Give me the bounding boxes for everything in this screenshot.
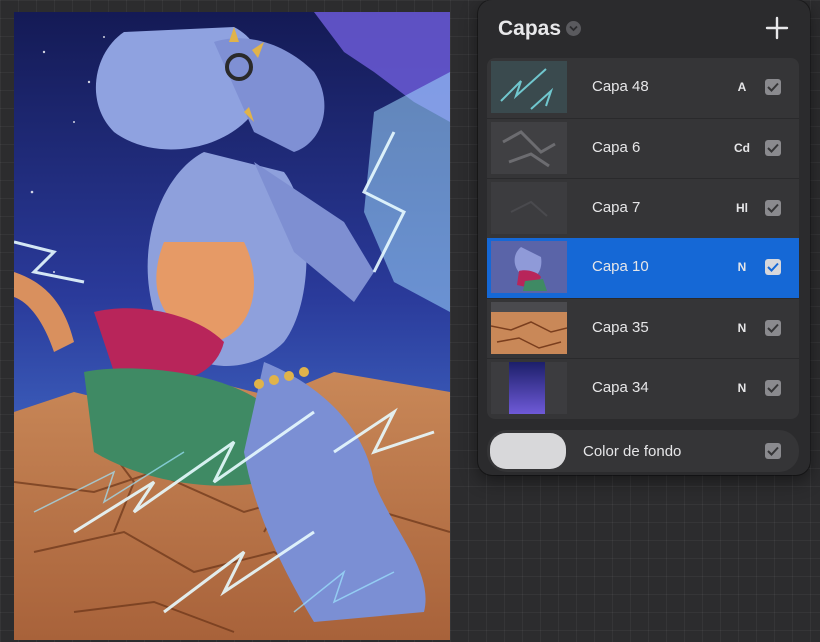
background-color-swatch[interactable] [490,433,566,469]
layer-name: Capa 48 [592,78,649,95]
layers-panel: Capas Capa 48 A Capa 6 Cd Capa 7 Hl Capa… [478,0,810,475]
layer-thumbnail [491,122,567,174]
panel-title: Capas [498,17,562,40]
layer-thumbnail [491,241,567,293]
layer-name: Capa 35 [592,319,649,336]
visibility-checkbox[interactable] [765,200,781,216]
layer-name: Capa 34 [592,379,649,396]
blend-mode-button[interactable]: N [717,381,767,395]
blend-mode-button[interactable]: A [717,80,767,94]
background-color-label: Color de fondo [583,443,682,460]
blend-mode-button[interactable]: N [717,321,767,335]
visibility-checkbox[interactable] [765,140,781,156]
layer-row-selected[interactable]: Capa 10 N [487,238,799,298]
visibility-checkbox[interactable] [765,443,781,459]
visibility-checkbox[interactable] [765,380,781,396]
layer-name: Capa 7 [592,199,641,216]
layer-name: Capa 6 [592,139,641,156]
layer-thumbnail [491,362,567,414]
layer-row[interactable]: Capa 6 Cd [487,118,799,178]
layer-list: Capa 48 A Capa 6 Cd Capa 7 Hl Capa 10 N … [487,58,799,419]
layer-row[interactable]: Capa 7 Hl [487,178,799,238]
visibility-checkbox[interactable] [765,259,781,275]
artwork-canvas[interactable] [14,12,450,640]
layer-thumbnail [491,182,567,234]
layer-row[interactable]: Capa 35 N [487,298,799,358]
visibility-checkbox[interactable] [765,79,781,95]
layer-thumbnail [491,302,567,354]
background-color-row[interactable]: Color de fondo [487,430,799,472]
blend-mode-button[interactable]: Hl [717,201,767,215]
layer-name: Capa 10 [592,258,649,275]
layer-row[interactable]: Capa 48 A [487,58,799,118]
plus-icon[interactable] [764,15,790,41]
visibility-checkbox[interactable] [765,320,781,336]
panel-header: Capas [478,0,810,56]
blend-mode-button[interactable]: Cd [717,141,767,155]
blend-mode-button[interactable]: N [717,260,767,274]
layer-thumbnail [491,61,567,113]
layer-row[interactable]: Capa 34 N [487,358,799,418]
chevron-down-icon[interactable] [566,21,581,36]
